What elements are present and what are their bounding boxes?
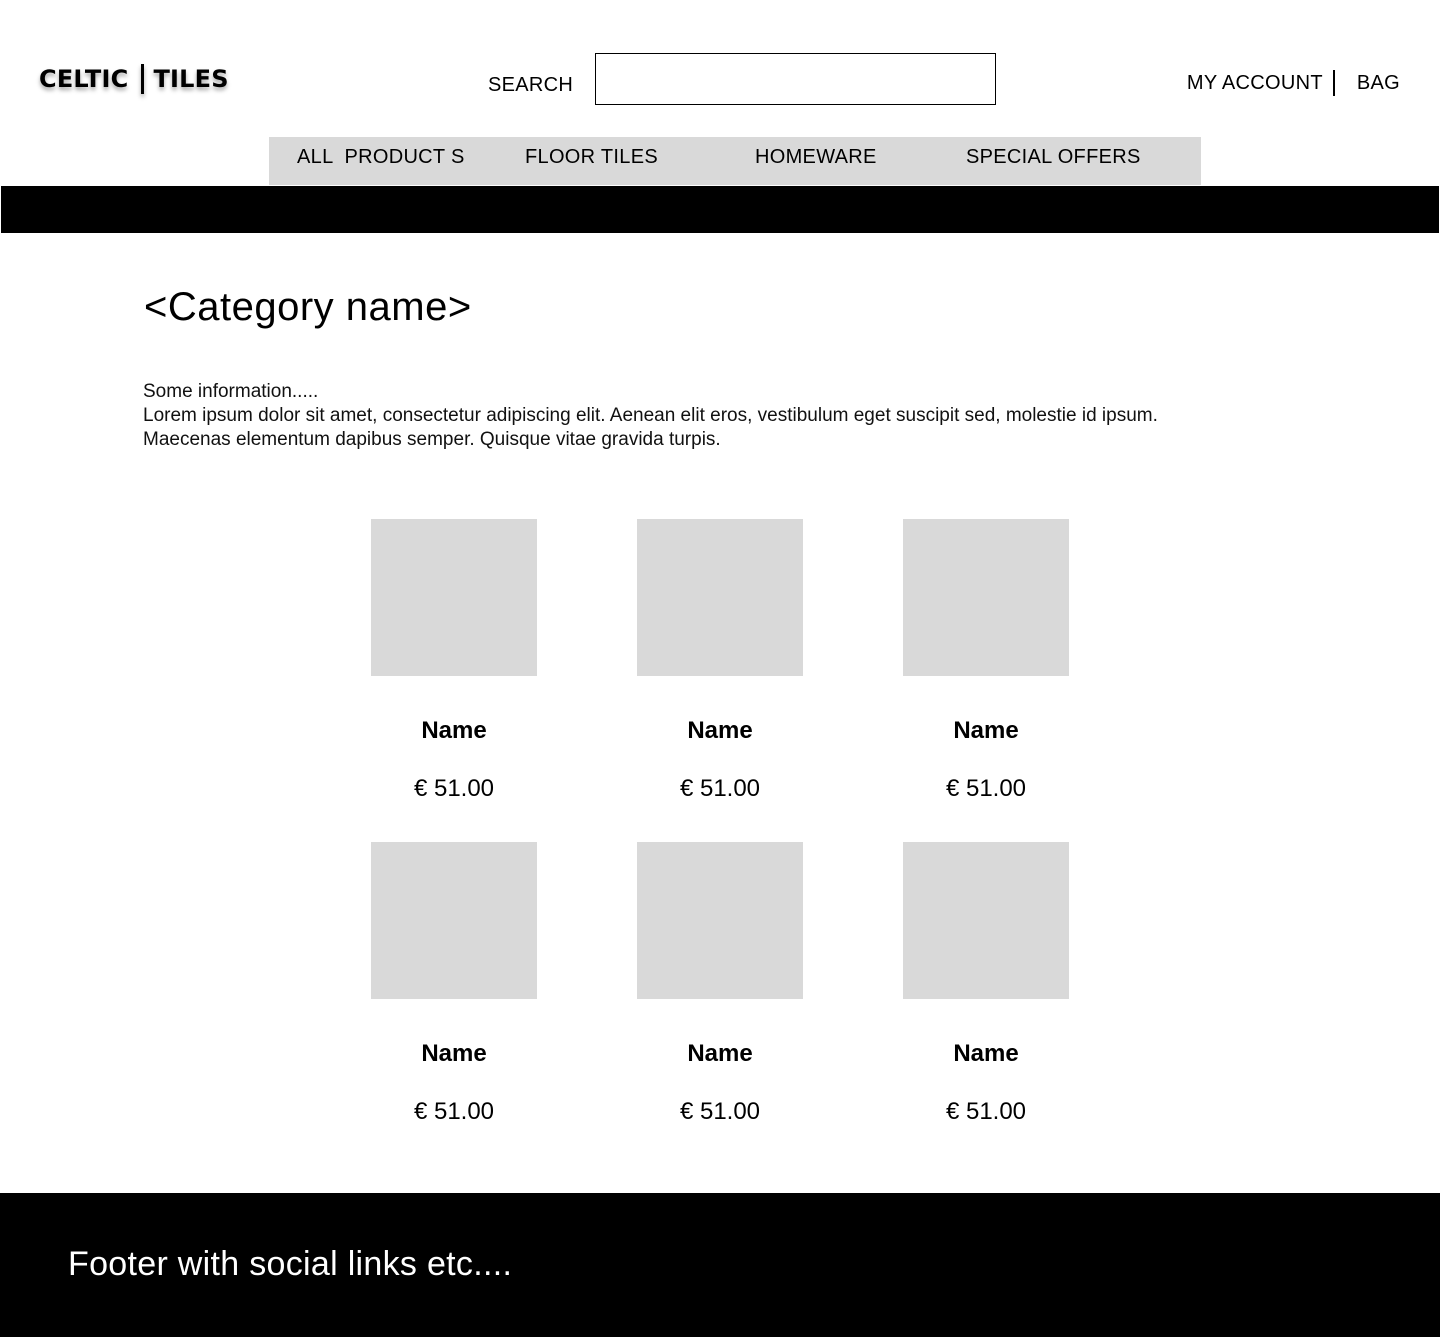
product-name[interactable]: Name [637,1040,803,1068]
product-name[interactable]: Name [371,1040,537,1068]
product-card[interactable]: Name € 51.00 [371,842,537,1125]
logo-word-celtic: CELTIC [39,65,129,93]
product-card[interactable]: Name € 51.00 [371,519,537,802]
product-card[interactable]: Name € 51.00 [637,842,803,1125]
nav-item-floor-tiles[interactable]: FLOOR TILES [525,146,658,169]
product-name[interactable]: Name [371,717,537,745]
category-info-line: Maecenas elementum dapibus semper. Quisq… [143,429,721,450]
site-footer: Footer with social links etc.... [0,1193,1440,1337]
nav-item-special-offers[interactable]: SPECIAL OFFERS [966,146,1141,169]
product-price: € 51.00 [945,775,1027,802]
product-card[interactable]: Name € 51.00 [903,519,1069,802]
free-delivery-text: FREE DELIVERY ON ORDERS OVER 50 $! [588,235,998,257]
my-account-link[interactable]: MY ACCOUNT [1187,72,1323,95]
product-price: € 51.00 [945,1098,1027,1125]
nav-item-all-products[interactable]: ALL PRODUCT S [297,146,465,169]
logo-word-tiles: TILES [153,65,229,93]
category-info-line: Lorem ipsum dolor sit amet, consectetur … [143,405,1158,426]
product-price: € 51.00 [679,1098,761,1125]
bag-link[interactable]: BAG [1357,72,1400,95]
main-nav: ALL PRODUCT S FLOOR TILES HOMEWARE SPECI… [269,137,1201,185]
product-image-placeholder[interactable] [371,842,537,999]
category-title: <Category name> [144,285,472,329]
product-image-placeholder[interactable] [903,842,1069,999]
category-info-heading: Some information..... [143,381,319,402]
footer-text: Footer with social links etc.... [68,1245,513,1283]
product-price: € 51.00 [413,1098,495,1125]
free-delivery-banner: FREE DELIVERY ON ORDERS OVER 50 $! [1,186,1439,257]
search-label: SEARCH [488,74,574,96]
product-image-placeholder[interactable] [637,842,803,999]
product-card[interactable]: Name € 51.00 [903,842,1069,1125]
product-name[interactable]: Name [637,717,803,745]
nav-item-homeware[interactable]: HOMEWARE [755,146,877,169]
product-name[interactable]: Name [903,1040,1069,1068]
product-image-placeholder[interactable] [637,519,803,676]
product-name[interactable]: Name [903,717,1069,745]
category-info: Some information..... Lorem ipsum dolor … [143,380,1158,452]
account-links: MY ACCOUNT BAG [1187,70,1400,96]
product-price: € 51.00 [413,775,495,802]
account-divider [1332,70,1335,96]
search-input[interactable] [595,53,996,105]
site-logo[interactable]: CELTIC TILES [39,64,229,94]
product-image-placeholder[interactable] [371,519,537,676]
logo-divider [141,64,145,94]
product-price: € 51.00 [679,775,761,802]
product-image-placeholder[interactable] [903,519,1069,676]
product-card[interactable]: Name € 51.00 [637,519,803,802]
